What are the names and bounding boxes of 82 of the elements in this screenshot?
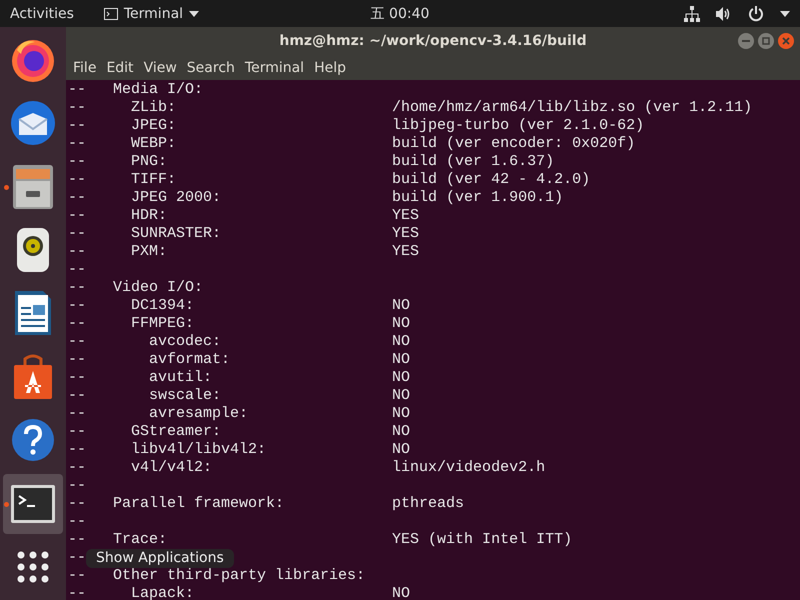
terminal-line: -- Video I/O: [68,279,204,297]
caret-icon [189,10,200,16]
terminal-value: pthreads [392,495,464,513]
file-cabinet-icon [11,162,55,211]
menu-item[interactable]: Help [309,60,351,76]
terminal-value: NO [392,441,410,459]
terminal-value: NO [392,387,410,405]
terminal-line: -- DC1394: [68,297,194,315]
terminal-line: -- JPEG 2000: [68,189,222,207]
menu-item[interactable]: Terminal [240,60,310,76]
terminal-value: /home/hmz/arm64/lib/libz.so (ver 1.2.11) [392,99,752,117]
terminal-icon [104,8,118,20]
window-title: hmz@hmz: ~/work/opencv-3.4.16/build [279,33,587,49]
minimize-icon [742,40,750,42]
terminal-line: -- PNG: [68,153,168,171]
terminal-line: -- v4l/v4l2: [68,459,212,477]
terminal-line: -- [68,477,86,495]
maximize-button[interactable] [758,33,774,49]
app-menu[interactable]: Terminal [104,6,200,22]
minimize-button[interactable] [738,33,754,49]
shopping-bag-icon [12,352,54,401]
close-icon [782,37,790,45]
terminal-line: -- Other third-party libraries: [68,567,366,585]
terminal-line: -- [68,549,86,567]
menu-item[interactable]: Edit [101,60,139,76]
terminal-value: linux/videodev2.h [392,459,546,477]
terminal-line: -- ZLib: [68,99,176,117]
terminal-value: build (ver 1.900.1) [392,189,564,207]
terminal-value: YES [392,207,420,225]
terminal-line: -- avcodec: [68,333,222,351]
terminal-value: NO [392,297,410,315]
terminal-line: -- [68,513,86,531]
terminal-value: NO [392,405,410,423]
close-button[interactable] [778,33,794,49]
terminal-line: -- PXM: [68,243,168,261]
activities-button[interactable]: Activities [10,6,74,22]
terminal-value: libjpeg-turbo (ver 2.1.0-62) [392,117,644,135]
power-icon[interactable] [748,6,764,22]
terminal-value: build (ver 42 - 4.2.0) [392,171,590,189]
network-icon[interactable] [684,6,700,22]
terminal-line: -- libv4l/libv4l2: [68,441,266,459]
clock[interactable]: 五 00:40 [370,6,430,22]
terminal-line: -- swscale: [68,387,222,405]
maximize-icon [762,37,770,45]
dock-item[interactable] [3,474,63,534]
terminal-line: -- HDR: [68,207,168,225]
terminal-line: -- SUNRASTER: [68,225,222,243]
terminal-line: -- avutil: [68,369,212,387]
terminal-value: YES [392,225,420,243]
menu-item[interactable]: View [138,60,182,76]
terminal-value: NO [392,423,410,441]
terminal-line: -- Parallel framework: [68,495,284,513]
terminal-value: NO [392,333,410,351]
menu-item[interactable]: File [68,60,102,76]
mail-icon [9,99,57,148]
help-icon [11,418,55,462]
terminal-line: -- JPEG: [68,117,176,135]
terminal-line: -- avformat: [68,351,230,369]
terminal-line: -- GStreamer: [68,423,222,441]
menu-item[interactable]: Search [182,60,240,76]
terminal-value: build (ver 1.6.37) [392,153,554,171]
terminal-icon [10,484,56,524]
terminal-line: -- FFMPEG: [68,315,194,333]
terminal-line: -- Trace: [68,531,168,549]
terminal-line: -- WEBP: [68,135,176,153]
caret-icon[interactable] [780,10,790,16]
terminal-line: -- Lapack: [68,585,194,600]
terminal-line: -- TIFF: [68,171,176,189]
document-icon [13,289,53,338]
app-grid-icon [16,550,50,584]
terminal-value: YES [392,243,420,261]
terminal-line: -- avresample: [68,405,248,423]
terminal-value: NO [392,369,410,387]
tooltip: Show Applications [86,549,234,568]
terminal-value: build (ver encoder: 0x020f) [392,135,636,153]
terminal-line: -- [68,261,86,279]
terminal-value: NO [392,315,410,333]
terminal-value: NO [392,351,410,369]
volume-icon[interactable] [716,6,732,20]
terminal-value: NO [392,585,410,600]
terminal-line: -- Media I/O: [68,81,204,99]
terminal-value: YES (with Intel ITT) [392,531,572,549]
